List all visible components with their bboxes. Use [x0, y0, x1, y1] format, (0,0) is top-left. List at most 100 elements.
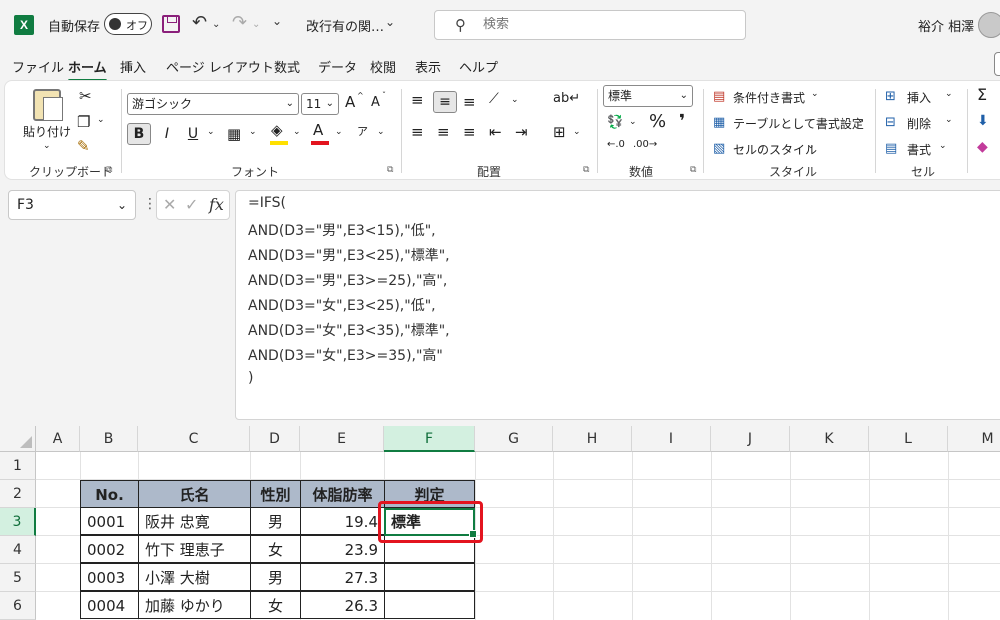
- clear-icon[interactable]: ◆: [977, 139, 988, 155]
- table-cell[interactable]: 23.9: [300, 535, 385, 563]
- table-cell[interactable]: 女: [250, 535, 301, 563]
- accounting-format-icon[interactable]: 💱: [607, 115, 623, 130]
- format-dropdown-icon[interactable]: ⌄: [939, 141, 947, 151]
- orientation-dropdown-icon[interactable]: ⌄: [511, 95, 519, 105]
- table-header-name[interactable]: 氏名: [138, 480, 251, 508]
- table-cell[interactable]: 女: [250, 591, 301, 619]
- phonetic-dropdown-icon[interactable]: ⌄: [377, 127, 385, 137]
- increase-decimal-icon[interactable]: ←.0: [607, 139, 625, 150]
- bold-button[interactable]: B: [127, 123, 151, 145]
- cell-styles-button[interactable]: セルのスタイル: [733, 141, 817, 158]
- search-box[interactable]: ⚲: [434, 10, 746, 40]
- cell-styles-dropdown-icon[interactable]: ⌄: [807, 141, 815, 151]
- name-box[interactable]: F3 ⌄: [8, 190, 136, 220]
- column-header-k[interactable]: K: [790, 426, 869, 452]
- redo-icon[interactable]: ↷: [232, 12, 247, 33]
- italic-button[interactable]: I: [155, 123, 179, 145]
- table-header-body-fat[interactable]: 体脂肪率: [300, 480, 385, 508]
- user-name[interactable]: 裕介 相澤: [918, 16, 974, 35]
- row-header-4[interactable]: 4: [0, 536, 36, 564]
- row-header-6[interactable]: 6: [0, 592, 36, 620]
- merge-center-icon[interactable]: ⊞: [553, 123, 566, 141]
- align-top-icon[interactable]: ≡: [411, 91, 424, 109]
- title-chevron-icon[interactable]: ⌄: [385, 15, 395, 29]
- font-name-select[interactable]: 游ゴシック ⌄: [127, 93, 299, 115]
- accounting-dropdown-icon[interactable]: ⌄: [629, 117, 637, 127]
- insert-cells-button[interactable]: 挿入: [907, 89, 931, 106]
- table-header-no[interactable]: No.: [80, 480, 139, 508]
- fill-down-icon[interactable]: ⬇: [977, 113, 989, 129]
- paste-dropdown-icon[interactable]: ⌄: [43, 141, 51, 151]
- underline-button[interactable]: U: [181, 123, 205, 145]
- fill-color-dropdown-icon[interactable]: ⌄: [293, 127, 301, 137]
- shrink-font-icon[interactable]: A: [371, 95, 380, 110]
- tab-formulas[interactable]: 数式: [274, 57, 300, 76]
- format-cells-button[interactable]: 書式: [907, 141, 931, 158]
- format-as-table-button[interactable]: テーブルとして書式設定: [733, 115, 864, 132]
- column-header-l[interactable]: L: [869, 426, 948, 452]
- align-bottom-icon[interactable]: ≡: [463, 93, 476, 111]
- phonetic-icon[interactable]: ア: [357, 123, 368, 139]
- table-cell[interactable]: 男: [250, 507, 301, 535]
- tab-review[interactable]: 校閲: [370, 57, 396, 76]
- borders-icon[interactable]: ▦: [227, 125, 241, 143]
- font-color-dropdown-icon[interactable]: ⌄: [335, 127, 343, 137]
- undo-dropdown-icon[interactable]: ⌄: [212, 19, 220, 30]
- column-header-f[interactable]: F: [384, 426, 475, 452]
- table-cell[interactable]: 27.3: [300, 563, 385, 591]
- format-painter-icon[interactable]: ✎: [77, 137, 90, 155]
- grow-font-icon[interactable]: A: [345, 93, 355, 111]
- table-cell[interactable]: 男: [250, 563, 301, 591]
- align-left-icon[interactable]: ≡: [411, 123, 424, 141]
- redo-dropdown-icon[interactable]: ⌄: [252, 19, 260, 30]
- orientation-icon[interactable]: ⟋: [489, 91, 499, 107]
- row-header-1[interactable]: 1: [0, 452, 36, 480]
- select-all-button[interactable]: [0, 426, 36, 452]
- enter-icon[interactable]: ✓: [185, 195, 198, 214]
- paste-icon[interactable]: [33, 89, 63, 121]
- search-input[interactable]: [483, 17, 723, 32]
- decrease-decimal-icon[interactable]: .00→: [633, 139, 657, 150]
- autosave-toggle[interactable]: オフ: [104, 13, 152, 35]
- table-cell[interactable]: 0001: [80, 507, 139, 535]
- delete-cells-button[interactable]: 削除: [907, 115, 931, 132]
- insert-dropdown-icon[interactable]: ⌄: [945, 89, 953, 99]
- percent-style-icon[interactable]: %: [649, 111, 666, 132]
- table-cell[interactable]: 小澤 大樹: [138, 563, 251, 591]
- font-launcher-icon[interactable]: ⧉: [387, 165, 393, 175]
- avatar[interactable]: [978, 12, 1000, 38]
- conditional-formatting-button[interactable]: 条件付き書式: [733, 89, 805, 106]
- font-size-select[interactable]: 11 ⌄: [301, 93, 339, 115]
- column-header-a[interactable]: A: [36, 426, 80, 452]
- cut-icon[interactable]: ✂: [79, 87, 92, 105]
- autosum-icon[interactable]: Σ: [977, 85, 987, 104]
- share-button[interactable]: [994, 52, 1000, 76]
- decrease-indent-icon[interactable]: ⇤: [489, 123, 502, 141]
- tab-insert[interactable]: 挿入: [120, 57, 146, 76]
- table-cell[interactable]: 19.4: [300, 507, 385, 535]
- number-format-select[interactable]: 標準 ⌄: [603, 85, 693, 107]
- table-header-gender[interactable]: 性別: [250, 480, 301, 508]
- table-cell[interactable]: 阪井 忠寛: [138, 507, 251, 535]
- formula-input[interactable]: =IFS( AND(D3="男",E3<15),"低", AND(D3="男",…: [235, 190, 1000, 420]
- column-header-j[interactable]: J: [711, 426, 790, 452]
- table-cell-judgement[interactable]: [384, 591, 475, 619]
- column-header-d[interactable]: D: [250, 426, 300, 452]
- table-cell[interactable]: 26.3: [300, 591, 385, 619]
- more-options-icon[interactable]: ⋮: [143, 196, 157, 212]
- tab-data[interactable]: データ: [318, 57, 357, 76]
- insert-function-icon[interactable]: fx: [209, 195, 224, 214]
- tab-page-layout[interactable]: ページ レイアウト: [166, 57, 274, 76]
- table-cell[interactable]: 0003: [80, 563, 139, 591]
- increase-indent-icon[interactable]: ⇥: [515, 123, 528, 141]
- align-middle-icon[interactable]: ≡: [433, 91, 457, 113]
- tab-help[interactable]: ヘルプ: [459, 57, 498, 76]
- clipboard-launcher-icon[interactable]: ⧉: [106, 165, 112, 175]
- comma-style-icon[interactable]: ❜: [679, 111, 685, 132]
- table-cell[interactable]: 竹下 理恵子: [138, 535, 251, 563]
- borders-dropdown-icon[interactable]: ⌄: [249, 127, 257, 137]
- customize-qat-icon[interactable]: ⌄: [272, 14, 282, 28]
- table-cell[interactable]: 0002: [80, 535, 139, 563]
- column-header-e[interactable]: E: [300, 426, 384, 452]
- format-table-dropdown-icon[interactable]: ⌄: [857, 115, 865, 125]
